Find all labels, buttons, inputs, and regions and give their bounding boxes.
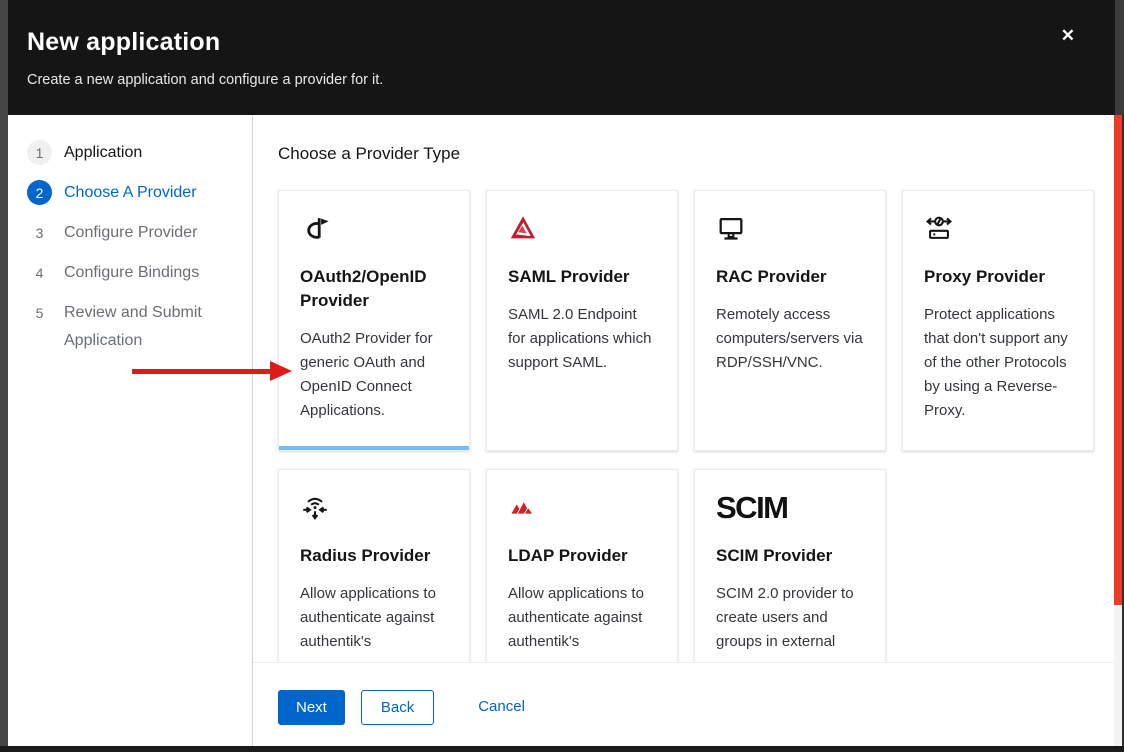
right-edge-red-strip (1114, 115, 1122, 605)
wizard-step-application[interactable]: 1 Application (27, 139, 252, 167)
step-label: Configure Provider (64, 219, 197, 247)
provider-card-rac[interactable]: RAC Provider Remotely access computers/s… (694, 190, 886, 451)
card-description: SCIM 2.0 provider to create users and gr… (716, 582, 864, 654)
page-title: Choose a Provider Type (278, 144, 460, 164)
provider-card-ldap[interactable]: LDAP Provider Allow applications to auth… (486, 469, 678, 662)
provider-card-oauth2-openid[interactable]: OAuth2/OpenID Provider OAuth2 Provider f… (278, 190, 470, 451)
card-title: OAuth2/OpenID Provider (300, 265, 448, 313)
modal-header: New application Create a new application… (8, 0, 1115, 115)
modal-subtitle: Create a new application and configure a… (27, 72, 1115, 88)
wizard-footer: Next Back Cancel (253, 662, 1114, 746)
step-label: Configure Bindings (64, 259, 199, 287)
backdrop-right-lower-strip (1114, 605, 1122, 746)
card-title: LDAP Provider (508, 544, 656, 568)
step-number: 5 (27, 300, 52, 325)
step-number: 3 (27, 220, 52, 245)
close-icon[interactable]: ✕ (1061, 27, 1075, 44)
wizard-step-configure-bindings[interactable]: 4 Configure Bindings (27, 259, 252, 287)
wizard-step-choose-a-provider[interactable]: 2 Choose A Provider (27, 179, 252, 207)
step-label: Choose A Provider (64, 179, 197, 207)
card-description: SAML 2.0 Endpoint for applications which… (508, 303, 656, 375)
step-label: Review and Submit Application (64, 299, 239, 355)
wizard-steps-sidebar: 1 Application 2 Choose A Provider 3 Conf… (8, 115, 253, 746)
backdrop-bottom-strip (0, 746, 1124, 752)
step-number: 1 (27, 140, 52, 165)
ldap-mountains-icon (508, 490, 656, 524)
provider-card-scim[interactable]: SCIM SCIM Provider SCIM 2.0 provider to … (694, 469, 886, 662)
card-title: SCIM Provider (716, 544, 864, 568)
card-title: RAC Provider (716, 265, 864, 289)
provider-card-saml[interactable]: SAML Provider SAML 2.0 Endpoint for appl… (486, 190, 678, 451)
back-button[interactable]: Back (361, 690, 434, 725)
step-number: 4 (27, 260, 52, 285)
modal-title: New application (27, 28, 1115, 57)
provider-card-radius[interactable]: Radius Provider Allow applications to au… (278, 469, 470, 662)
card-description: Allow applications to authenticate again… (300, 582, 448, 654)
scim-logo-icon: SCIM (716, 490, 864, 524)
provider-type-panel: Choose a Provider Type OAuth2/OpenID Pro… (253, 115, 1114, 662)
wizard-step-review-and-submit[interactable]: 5 Review and Submit Application (27, 299, 252, 355)
card-title: SAML Provider (508, 265, 656, 289)
step-number: 2 (27, 180, 52, 205)
radius-signal-icon (300, 490, 448, 524)
card-description: OAuth2 Provider for generic OAuth and Op… (300, 327, 448, 423)
new-application-wizard-modal: New application Create a new application… (0, 0, 1124, 752)
card-title: Radius Provider (300, 544, 448, 568)
monitor-icon (716, 211, 864, 245)
provider-card-grid: OAuth2/OpenID Provider OAuth2 Provider f… (278, 190, 1094, 662)
wizard-step-configure-provider[interactable]: 3 Configure Provider (27, 219, 252, 247)
card-title: Proxy Provider (924, 265, 1072, 289)
backdrop-right-top-strip (1115, 0, 1124, 115)
saml-icon (508, 211, 656, 245)
proxy-sync-icon (924, 211, 1072, 245)
card-description: Protect applications that don't support … (924, 303, 1072, 423)
backdrop-left-strip (0, 0, 8, 752)
provider-card-proxy[interactable]: Proxy Provider Protect applications that… (902, 190, 1094, 451)
openid-icon (300, 211, 448, 245)
card-description: Remotely access computers/servers via RD… (716, 303, 864, 375)
cancel-button[interactable]: Cancel (478, 690, 525, 723)
next-button[interactable]: Next (278, 690, 345, 725)
step-label: Application (64, 139, 142, 167)
card-description: Allow applications to authenticate again… (508, 582, 656, 654)
